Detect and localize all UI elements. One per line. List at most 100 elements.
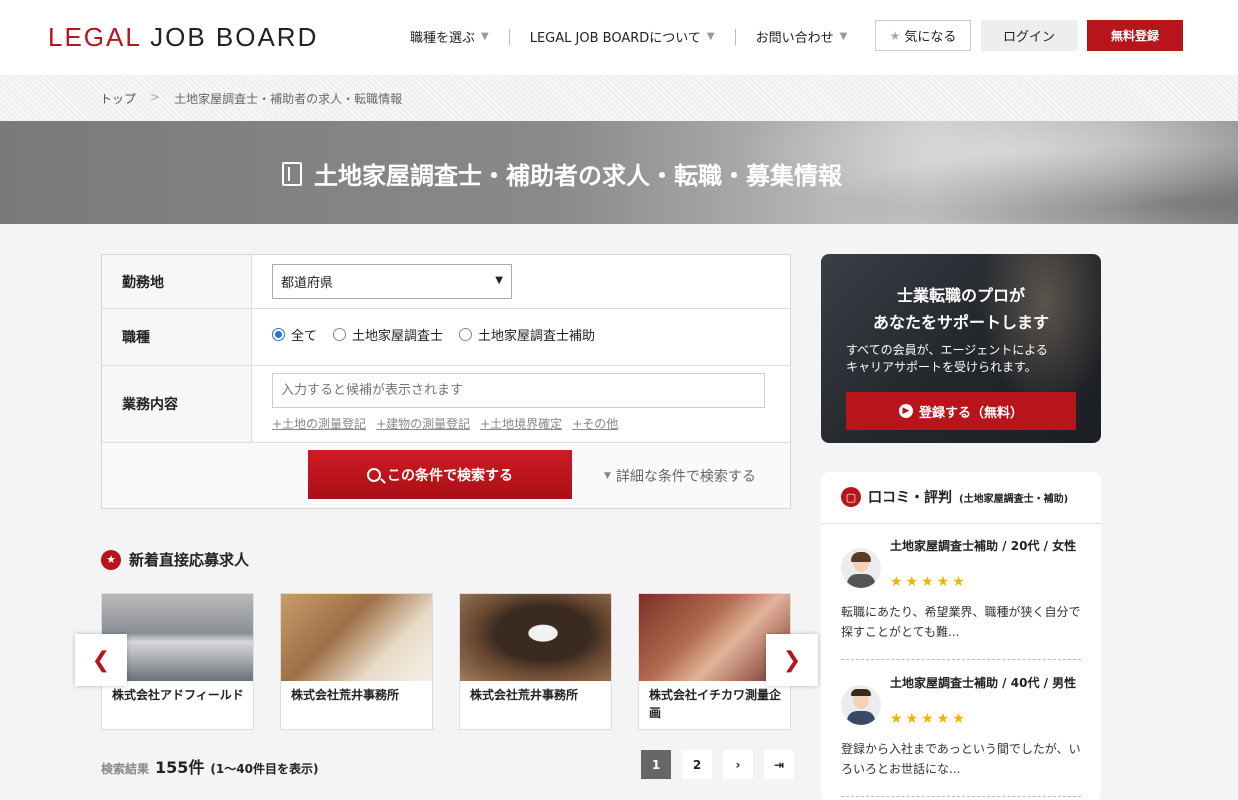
breadcrumb-current: 土地家屋調査士・補助者の求人・転職情報 <box>174 92 403 106</box>
review-meta: 土地家屋調査士補助 / 40代 / 男性 <box>890 676 1077 690</box>
duties-input[interactable] <box>272 373 765 408</box>
prefecture-select[interactable]: 都道府県 ▼ <box>272 264 512 299</box>
search-form: 勤務地 都道府県 ▼ 職種 全て 土地家屋調査士 土地家屋調査士補助 業務内容 <box>101 254 791 509</box>
book-icon <box>282 161 302 186</box>
logo-job-board: JOB BOARD <box>150 22 319 52</box>
duty-tag-other[interactable]: +その他 <box>572 415 618 432</box>
reviews-title-text: 口コミ・評判 <box>868 490 952 506</box>
promo-heading: 士業転職のプロが あなたをサポートします <box>821 282 1101 336</box>
nav-job-types[interactable]: 職種を選ぶ ▼ <box>410 27 489 46</box>
job-type-radio-label: 土地家屋調査士 <box>352 329 444 344</box>
carousel-prev-button[interactable]: ❮ <box>75 634 127 686</box>
location-row: 勤務地 都道府県 ▼ <box>102 255 790 309</box>
review-divider <box>841 659 1081 660</box>
review-text: 転職にあたり、希望業界、職種が狭く自分で探すことがとても難... <box>841 605 1081 639</box>
page-button[interactable]: 2 <box>682 750 712 779</box>
new-jobs-title: 新着直接応募求人 <box>129 551 250 569</box>
carousel-next-button[interactable]: ❯ <box>766 634 818 686</box>
job-carousel: 株式会社アドフィールド 株式会社荒井事務所 株式会社荒井事務所 株式会社イチカワ… <box>101 593 791 730</box>
promo-text-line2: キャリアサポートを受けられます。 <box>846 360 1037 374</box>
review-stars: ★★★★★ <box>890 711 968 727</box>
favorites-button[interactable]: ★ 気になる <box>875 20 971 51</box>
breadcrumb-bar: トップ > 土地家屋調査士・補助者の求人・転職情報 <box>0 75 1238 121</box>
caret-down-icon: ▼ <box>839 31 848 42</box>
job-type-radio-label: 土地家屋調査士補助 <box>478 329 596 344</box>
speech-bubble-icon: ▢ <box>841 487 861 507</box>
nav-contact[interactable]: お問い合わせ ▼ <box>756 27 848 46</box>
prefecture-select-value: 都道府県 <box>281 276 334 291</box>
favorites-label: 気になる <box>904 30 957 45</box>
radio-checked-icon <box>272 328 285 341</box>
main-nav: 職種を選ぶ ▼ LEGAL JOB BOARDについて ▼ お問い合わせ ▼ <box>410 27 847 46</box>
duty-tag-boundary[interactable]: +土地境界確定 <box>480 415 562 432</box>
last-page-button[interactable]: ⇥ <box>764 750 794 779</box>
results-summary: 検索結果 155件 (1〜40件目を表示) <box>101 754 318 778</box>
job-card-company: 株式会社荒井事務所 <box>291 688 400 702</box>
duties-label: 業務内容 <box>102 366 252 442</box>
job-card-photo <box>460 594 611 681</box>
search-actions: この条件で検索する ▼ 詳細な条件で検索する <box>102 443 790 508</box>
site-header: LEGAL JOB BOARD 職種を選ぶ ▼ LEGAL JOB BOARDに… <box>0 0 1238 75</box>
nav-divider <box>508 28 510 45</box>
job-card-company: 株式会社アドフィールド <box>112 688 244 702</box>
duty-tag-land-survey[interactable]: +土地の測量登記 <box>272 415 366 432</box>
caret-down-icon: ▼ <box>481 31 489 42</box>
caret-down-icon: ▼ <box>706 31 715 42</box>
results-range: (1〜40件目を表示) <box>210 762 319 776</box>
promo-heading-line1: 士業転職のプロが <box>896 286 1025 305</box>
advanced-search-label: 詳細な条件で検索する <box>615 469 756 485</box>
chevron-right-icon: ▶ <box>898 404 913 418</box>
new-jobs-heading: ★ 新着直接応募求人 <box>101 549 249 570</box>
site-logo[interactable]: LEGAL JOB BOARD <box>48 22 318 53</box>
advanced-search-link[interactable]: ▼ 詳細な条件で検索する <box>604 466 756 486</box>
job-card-company: 株式会社荒井事務所 <box>470 688 579 702</box>
search-icon <box>367 467 381 482</box>
job-type-radio-assistant[interactable]: 土地家屋調査士補助 <box>459 325 595 344</box>
results-label: 検索結果 <box>101 762 150 776</box>
job-card[interactable]: 株式会社荒井事務所 <box>459 593 612 730</box>
breadcrumb-home[interactable]: トップ <box>100 90 136 107</box>
search-button[interactable]: この条件で検索する <box>308 450 572 499</box>
avatar-female <box>841 548 881 588</box>
select-arrow-icon: ▼ <box>495 275 503 286</box>
radio-unchecked-icon <box>459 328 473 341</box>
nav-contact-label: お問い合わせ <box>755 31 834 46</box>
job-card[interactable]: 株式会社荒井事務所 <box>280 593 433 730</box>
nav-job-types-label: 職種を選ぶ <box>410 31 476 46</box>
nav-about-label: LEGAL JOB BOARDについて <box>529 31 701 46</box>
logo-legal: LEGAL <box>48 22 141 52</box>
promo-text-line1: すべての会員が、エージェントによる <box>846 343 1048 357</box>
job-type-radio-surveyor[interactable]: 土地家屋調査士 <box>333 325 443 344</box>
breadcrumb: トップ > 土地家屋調査士・補助者の求人・転職情報 <box>100 90 402 107</box>
job-type-radio-group: 全て 土地家屋調査士 土地家屋調査士補助 <box>272 325 595 344</box>
review-stars: ★★★★★ <box>890 574 968 590</box>
review-meta: 土地家屋調査士補助 / 20代 / 女性 <box>890 539 1077 553</box>
job-type-row: 職種 全て 土地家屋調査士 土地家屋調査士補助 <box>102 309 790 366</box>
job-type-radio-label: 全て <box>291 329 318 344</box>
nav-about[interactable]: LEGAL JOB BOARDについて ▼ <box>530 27 715 46</box>
reviews-panel: ▢ 口コミ・評判 (土地家屋調査士・補助) 土地家屋調査士補助 / 20代 / … <box>821 472 1101 800</box>
register-button[interactable]: 無料登録 <box>1087 20 1183 51</box>
radio-unchecked-icon <box>333 328 347 341</box>
avatar-male <box>841 685 881 725</box>
reviews-subtitle: (土地家屋調査士・補助) <box>959 493 1069 505</box>
job-card-photo <box>281 594 432 681</box>
duty-tag-building-survey[interactable]: +建物の測量登記 <box>376 415 470 432</box>
duty-tags: +土地の測量登記 +建物の測量登記 +土地境界確定 +その他 <box>272 415 618 432</box>
next-page-button[interactable]: › <box>723 750 753 779</box>
caret-down-icon: ▼ <box>604 471 611 481</box>
promo-heading-line2: あなたをサポートします <box>872 313 1049 332</box>
star-icon: ★ <box>889 28 901 43</box>
job-card-company: 株式会社イチカワ測量企画 <box>649 688 782 720</box>
review-divider <box>841 796 1081 797</box>
promo-register-label: 登録する（無料） <box>918 405 1023 421</box>
nav-divider <box>734 28 736 45</box>
search-button-label: この条件で検索する <box>387 467 513 484</box>
agent-promo-banner: 士業転職のプロが あなたをサポートします すべての会員が、エージェントによる キ… <box>821 254 1101 443</box>
review-item[interactable]: 土地家屋調査士補助 / 40代 / 男性 ★★★★★ 登録から入社まであっという… <box>841 675 1081 785</box>
login-button[interactable]: ログイン <box>981 20 1077 51</box>
job-type-radio-all[interactable]: 全て <box>272 325 317 344</box>
page-button-current[interactable]: 1 <box>641 750 671 779</box>
review-item[interactable]: 土地家屋調査士補助 / 20代 / 女性 ★★★★★ 転職にあたり、希望業界、職… <box>841 538 1081 648</box>
promo-register-button[interactable]: ▶ 登録する（無料） <box>846 392 1076 430</box>
